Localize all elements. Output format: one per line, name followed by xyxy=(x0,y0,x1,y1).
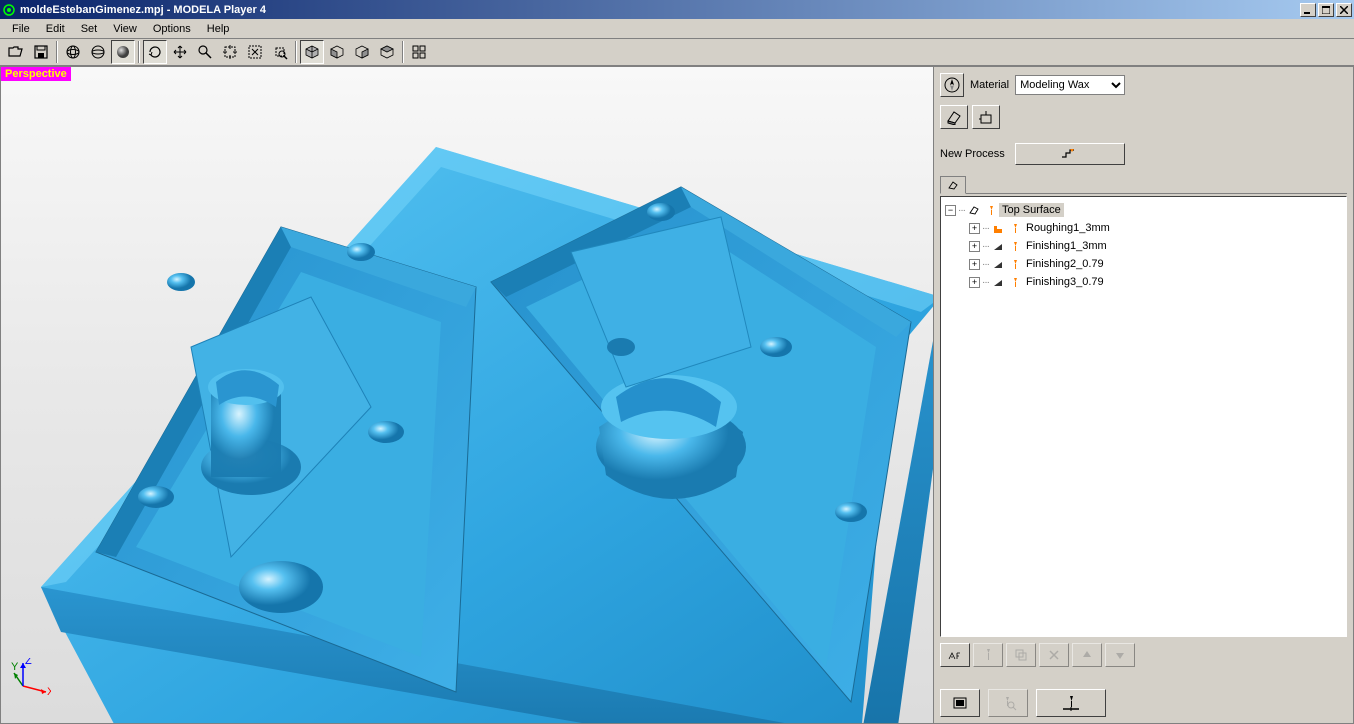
origin-setup-button[interactable] xyxy=(972,105,1000,129)
side-view-button[interactable] xyxy=(350,40,374,64)
fit-button[interactable] xyxy=(218,40,242,64)
material-label: Material xyxy=(970,79,1009,91)
four-view-button[interactable] xyxy=(407,40,431,64)
menu-view[interactable]: View xyxy=(105,21,145,37)
wireframe-sphere2-button[interactable] xyxy=(86,40,110,64)
tree-root-node[interactable]: − ··· Top Surface xyxy=(945,201,1342,219)
iso-view-button[interactable] xyxy=(300,40,324,64)
box-icon xyxy=(967,203,981,217)
tool-icon xyxy=(1007,275,1021,289)
open-button[interactable] xyxy=(4,40,28,64)
edit-process-button[interactable] xyxy=(940,643,970,667)
side-panel: Material Modeling Wax New Process xyxy=(934,66,1354,724)
tree-item-label[interactable]: Roughing1_3mm xyxy=(1023,221,1113,235)
finishing-icon xyxy=(991,275,1005,289)
tree-item-node[interactable]: + ··· Finishing1_3mm xyxy=(969,237,1342,255)
material-select[interactable]: Modeling Wax xyxy=(1015,75,1125,95)
copy-process-button[interactable] xyxy=(1006,643,1036,667)
finishing-icon xyxy=(991,257,1005,271)
tool-icon xyxy=(983,203,997,217)
tool-icon xyxy=(1007,257,1021,271)
top-view-button[interactable] xyxy=(375,40,399,64)
preview-button[interactable] xyxy=(940,689,980,717)
zoom-button[interactable] xyxy=(193,40,217,64)
expand-icon[interactable]: + xyxy=(969,223,980,234)
save-button[interactable] xyxy=(29,40,53,64)
menu-set[interactable]: Set xyxy=(73,21,106,37)
pan-button[interactable] xyxy=(168,40,192,64)
new-process-label: New Process xyxy=(940,148,1005,160)
tree-item-label[interactable]: Finishing3_0.79 xyxy=(1023,275,1107,289)
wireframe-sphere-button[interactable] xyxy=(61,40,85,64)
tree-item-label[interactable]: Finishing1_3mm xyxy=(1023,239,1110,253)
toolbar-separator xyxy=(56,41,58,63)
tree-item-node[interactable]: + ··· Roughing1_3mm xyxy=(969,219,1342,237)
model-setup-button[interactable] xyxy=(940,105,968,129)
finishing-icon xyxy=(991,239,1005,253)
axis-gizmo: X Y Z xyxy=(11,658,51,698)
menubar: File Edit Set View Options Help xyxy=(0,19,1354,38)
orientation-button[interactable] xyxy=(940,73,964,97)
process-tree[interactable]: − ··· Top Surface + ··· Roughing1_3mm + … xyxy=(940,196,1347,637)
close-button[interactable] xyxy=(1336,3,1352,17)
model-3d-preview xyxy=(0,97,934,724)
toolbar-separator xyxy=(138,41,140,63)
svg-text:Z: Z xyxy=(25,658,32,667)
roughing-icon xyxy=(991,221,1005,235)
tree-tab[interactable] xyxy=(940,176,966,194)
tree-item-label[interactable]: Finishing2_0.79 xyxy=(1023,257,1107,271)
tree-item-node[interactable]: + ··· Finishing2_0.79 xyxy=(969,255,1342,273)
app-icon xyxy=(2,3,16,17)
menu-help[interactable]: Help xyxy=(199,21,238,37)
tree-tabs xyxy=(940,175,1347,194)
expand-icon[interactable]: + xyxy=(969,259,980,270)
maximize-button[interactable] xyxy=(1318,3,1334,17)
svg-text:X: X xyxy=(47,686,51,698)
expand-icon[interactable]: + xyxy=(969,277,980,288)
simulate-button[interactable] xyxy=(988,689,1028,717)
front-view-button[interactable] xyxy=(325,40,349,64)
zoom-extents-button[interactable] xyxy=(268,40,292,64)
zoom-window-button[interactable] xyxy=(243,40,267,64)
tree-root-label[interactable]: Top Surface xyxy=(999,203,1064,217)
expand-icon[interactable]: + xyxy=(969,241,980,252)
menu-edit[interactable]: Edit xyxy=(38,21,73,37)
tool-settings-button[interactable] xyxy=(973,643,1003,667)
toolbar-separator xyxy=(402,41,404,63)
delete-process-button[interactable] xyxy=(1039,643,1069,667)
window-titlebar: moldeEstebanGimenez.mpj - MODELA Player … xyxy=(0,0,1354,19)
toolbar xyxy=(0,38,1354,66)
move-down-button[interactable] xyxy=(1105,643,1135,667)
window-title: moldeEstebanGimenez.mpj - MODELA Player … xyxy=(20,4,1300,16)
new-process-button[interactable] xyxy=(1015,143,1125,165)
shaded-sphere-button[interactable] xyxy=(111,40,135,64)
view-mode-label: Perspective xyxy=(1,67,71,81)
menu-file[interactable]: File xyxy=(4,21,38,37)
menu-options[interactable]: Options xyxy=(145,21,199,37)
viewport-3d[interactable]: Perspective xyxy=(0,66,934,724)
svg-text:Y: Y xyxy=(11,661,19,673)
tool-icon xyxy=(1007,221,1021,235)
toolbar-separator xyxy=(295,41,297,63)
move-up-button[interactable] xyxy=(1072,643,1102,667)
tool-icon xyxy=(1007,239,1021,253)
expand-icon[interactable]: − xyxy=(945,205,956,216)
minimize-button[interactable] xyxy=(1300,3,1316,17)
rotate-button[interactable] xyxy=(143,40,167,64)
tree-item-node[interactable]: + ··· Finishing3_0.79 xyxy=(969,273,1342,291)
cut-button[interactable] xyxy=(1036,689,1106,717)
